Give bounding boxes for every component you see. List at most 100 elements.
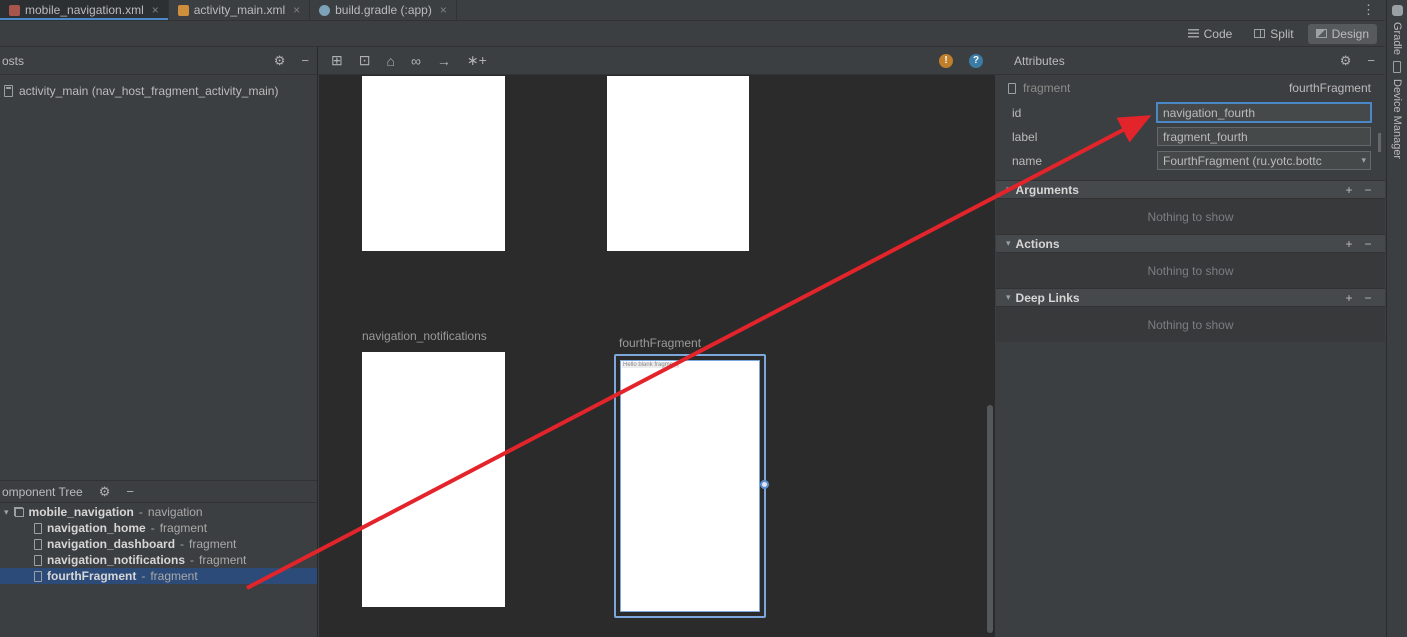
home-icon[interactable]: ⌂ xyxy=(386,53,394,69)
attributes-title: Attributes xyxy=(1014,54,1065,68)
tool-window-gradle[interactable]: Gradle xyxy=(1391,22,1403,55)
gear-icon[interactable]: ⚙ xyxy=(274,53,286,69)
attribute-row-label: label xyxy=(996,125,1385,149)
nested-graph-icon[interactable]: ⊡ xyxy=(359,52,371,69)
fragment-preview-home[interactable] xyxy=(362,76,505,251)
close-icon[interactable]: × xyxy=(440,3,447,17)
mode-code-button[interactable]: Code xyxy=(1180,24,1241,44)
help-icon[interactable]: ? xyxy=(969,54,983,68)
chevron-down-icon: ▾ xyxy=(1006,238,1011,249)
editor-mode-toolbar: Code Split Design xyxy=(0,21,1385,47)
mode-split-label: Split xyxy=(1270,27,1293,41)
chevron-down-icon[interactable]: ▾ xyxy=(4,507,9,518)
mode-code-label: Code xyxy=(1204,27,1233,41)
tree-item-mobile-navigation[interactable]: ▾ mobile_navigation - navigation xyxy=(0,504,317,520)
hosts-panel-title: osts xyxy=(2,54,24,68)
tree-item-navigation-notifications[interactable]: navigation_notifications - fragment xyxy=(0,552,317,568)
warning-icon[interactable]: ! xyxy=(939,54,953,68)
editor-tab-bar: mobile_navigation.xml × activity_main.xm… xyxy=(0,0,1385,21)
selection-action-handle[interactable] xyxy=(760,480,769,489)
actions-empty-text: Nothing to show xyxy=(996,253,1385,288)
activity-icon xyxy=(4,85,13,97)
tab-build-gradle[interactable]: build.gradle (:app) × xyxy=(310,0,457,20)
name-dropdown-value: FourthFragment (ru.yotc.bottc xyxy=(1163,154,1322,168)
attributes-panel-filler xyxy=(996,342,1385,637)
fragment-icon xyxy=(1008,83,1016,94)
close-icon[interactable]: × xyxy=(293,3,300,17)
close-icon[interactable]: × xyxy=(152,3,159,17)
add-destination-icon[interactable]: ⊞ xyxy=(331,52,343,69)
attributes-scrollbar[interactable] xyxy=(1378,133,1381,152)
component-name-label: fourthFragment xyxy=(1289,81,1371,95)
chevron-down-icon: ▾ xyxy=(1361,155,1366,166)
component-type-label: fragment xyxy=(1023,81,1070,95)
navigation-graph-canvas[interactable]: navigation_notifications fourthFragment … xyxy=(319,75,995,637)
mode-split-button[interactable]: Split xyxy=(1246,24,1301,44)
chevron-down-icon: ▾ xyxy=(1006,292,1011,303)
attribute-row-name: name FourthFragment (ru.yotc.bottc ▾ xyxy=(996,149,1385,173)
name-dropdown[interactable]: FourthFragment (ru.yotc.bottc ▾ xyxy=(1157,151,1371,170)
preview-hello-text: Hello blank fragment xyxy=(622,362,679,368)
tool-window-device-manager[interactable]: Device Manager xyxy=(1391,79,1403,159)
remove-icon[interactable]: − xyxy=(1361,183,1375,197)
right-tool-strip: Gradle Device Manager xyxy=(1386,0,1407,637)
tab-mobile-navigation-xml[interactable]: mobile_navigation.xml × xyxy=(0,0,169,20)
navigation-graph-icon xyxy=(14,507,24,517)
canvas-vertical-scrollbar[interactable] xyxy=(987,405,993,633)
fragment-icon xyxy=(34,539,42,550)
fragment-icon xyxy=(34,523,42,534)
fragment-preview-fourth-surface: Hello blank fragment xyxy=(620,360,760,612)
action-arrow-icon[interactable]: → xyxy=(437,53,451,69)
tab-overflow-menu-icon[interactable]: ⋮ xyxy=(1352,0,1385,20)
attributes-panel-header: Attributes ⚙ − xyxy=(996,47,1385,75)
actions-section-header[interactable]: ▾ Actions + − xyxy=(996,234,1385,253)
hosts-list-item[interactable]: activity_main (nav_host_fragment_activit… xyxy=(0,75,317,98)
gradle-file-icon xyxy=(319,5,330,16)
gradle-icon[interactable] xyxy=(1392,5,1403,16)
minimize-icon[interactable]: − xyxy=(126,484,134,499)
hosts-item-label: activity_main (nav_host_fragment_activit… xyxy=(19,84,278,98)
tab-label: activity_main.xml xyxy=(194,3,285,17)
tab-activity-main-xml[interactable]: activity_main.xml × xyxy=(169,0,310,20)
tree-item-navigation-home[interactable]: navigation_home - fragment xyxy=(0,520,317,536)
gear-icon[interactable]: ⚙ xyxy=(1340,53,1352,69)
gear-icon[interactable]: ⚙ xyxy=(99,484,111,500)
chevron-down-icon: ▾ xyxy=(1006,184,1011,195)
component-tree: ▾ mobile_navigation - navigation navigat… xyxy=(0,504,317,584)
mode-design-button[interactable]: Design xyxy=(1308,24,1377,44)
deep-link-icon[interactable]: ∞ xyxy=(411,53,421,69)
add-icon[interactable]: + xyxy=(1342,183,1356,197)
left-panel: osts ⚙ − activity_main (nav_host_fragmen… xyxy=(0,47,318,637)
hosts-panel-header: osts ⚙ − xyxy=(0,47,317,75)
deep-links-section-header[interactable]: ▾ Deep Links + − xyxy=(996,288,1385,307)
label-field-label: label xyxy=(1012,130,1037,144)
auto-arrange-icon[interactable]: ∗+ xyxy=(467,52,487,69)
arguments-section-header[interactable]: ▾ Arguments + − xyxy=(996,180,1385,199)
split-icon xyxy=(1254,29,1265,38)
device-manager-icon[interactable] xyxy=(1393,61,1401,73)
fragment-label-fourth: fourthFragment xyxy=(619,336,701,350)
design-surface-toolbar: ⊞ ⊡ ⌂ ∞ → ∗+ ! ? xyxy=(319,47,995,75)
minimize-icon[interactable]: − xyxy=(1367,53,1375,68)
code-icon xyxy=(1188,29,1199,38)
id-input[interactable] xyxy=(1156,102,1372,123)
remove-icon[interactable]: − xyxy=(1361,237,1375,251)
tree-item-navigation-dashboard[interactable]: navigation_dashboard - fragment xyxy=(0,536,317,552)
component-tree-header: omponent Tree ⚙ − xyxy=(0,480,317,503)
remove-icon[interactable]: − xyxy=(1361,291,1375,305)
tab-label: build.gradle (:app) xyxy=(335,3,432,17)
arguments-empty-text: Nothing to show xyxy=(996,199,1385,234)
attributes-panel: Attributes ⚙ − fragment fourthFragment i… xyxy=(996,47,1385,637)
add-icon[interactable]: + xyxy=(1342,291,1356,305)
fragment-icon xyxy=(34,571,42,582)
add-icon[interactable]: + xyxy=(1342,237,1356,251)
navigation-xml-file-icon xyxy=(9,5,20,16)
id-field-label: id xyxy=(1012,106,1021,120)
mode-design-label: Design xyxy=(1332,27,1369,41)
fragment-preview-fourth-selected[interactable]: Hello blank fragment xyxy=(614,354,766,618)
minimize-icon[interactable]: − xyxy=(301,53,309,68)
fragment-preview-dashboard[interactable] xyxy=(607,76,749,251)
label-input[interactable] xyxy=(1157,127,1371,146)
tree-item-fourthfragment[interactable]: fourthFragment - fragment xyxy=(0,568,317,584)
fragment-preview-notifications[interactable] xyxy=(362,352,505,607)
